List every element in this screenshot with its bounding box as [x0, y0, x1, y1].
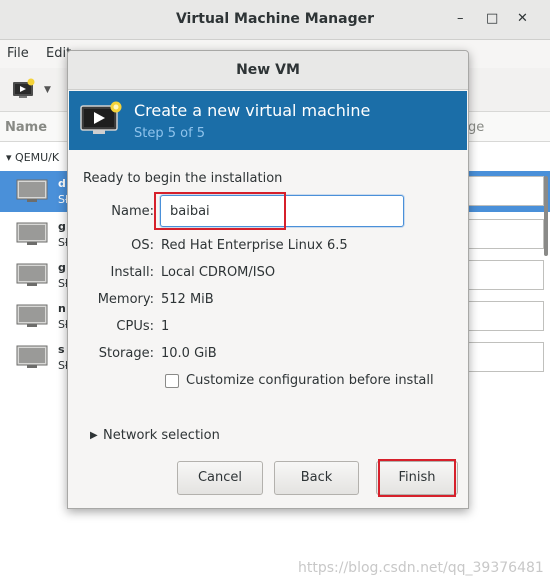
- maximize-icon[interactable]: □: [486, 11, 498, 26]
- main-window-title: Virtual Machine Manager: [175, 11, 375, 27]
- cpus-label: CPUs:: [116, 319, 154, 334]
- cpus-value: 1: [161, 319, 170, 334]
- column-name[interactable]: Name: [5, 120, 47, 135]
- storage-value: 10.0 GiB: [161, 346, 217, 361]
- ready-text: Ready to begin the installation: [83, 171, 283, 186]
- vm-name: n: [58, 302, 66, 315]
- vm-name: d: [58, 177, 66, 190]
- cpu-usage-graph: [460, 342, 544, 372]
- toolbar-dropdown-icon[interactable]: ▼: [44, 85, 51, 95]
- column-usage[interactable]: ge: [468, 120, 484, 135]
- vm-monitor-icon: [16, 345, 48, 368]
- connection-name: QEMU/K: [15, 151, 60, 164]
- new-vm-icon: [80, 101, 122, 134]
- close-icon[interactable]: ✕: [517, 11, 528, 26]
- wizard-banner: Create a new virtual machine Step 5 of 5: [69, 91, 467, 150]
- highlight-box: [154, 192, 286, 230]
- watermark: https://blog.csdn.net/qq_39376481: [298, 560, 544, 576]
- cpu-usage-graph: [460, 219, 544, 249]
- new-vm-dialog: New VM Create a new virtual machine Step…: [67, 50, 469, 509]
- connection-label[interactable]: ▾ QEMU/K: [6, 151, 59, 164]
- vm-name: s: [58, 343, 65, 356]
- new-vm-icon[interactable]: [12, 78, 36, 100]
- highlight-box: [378, 459, 456, 497]
- vm-monitor-icon: [16, 222, 48, 245]
- network-selection-expander[interactable]: Network selection: [103, 428, 220, 443]
- customize-checkbox[interactable]: [165, 374, 179, 388]
- menu-file[interactable]: File: [7, 46, 29, 61]
- cpu-usage-graph: [460, 260, 544, 290]
- memory-value: 512 MiB: [161, 292, 214, 307]
- vm-monitor-icon: [16, 179, 48, 202]
- memory-label: Memory:: [97, 292, 154, 307]
- dialog-title: New VM: [236, 62, 300, 78]
- back-button[interactable]: Back: [274, 461, 359, 495]
- name-label: Name:: [111, 204, 154, 219]
- os-value: Red Hat Enterprise Linux 6.5: [161, 238, 348, 253]
- minimize-icon[interactable]: –: [457, 11, 464, 26]
- vm-name: g: [58, 220, 66, 233]
- install-label: Install:: [110, 265, 154, 280]
- wizard-step-indicator: Step 5 of 5: [134, 126, 206, 141]
- storage-label: Storage:: [98, 346, 154, 361]
- cpu-usage-graph: [460, 301, 544, 331]
- os-label: OS:: [131, 238, 154, 253]
- vm-monitor-icon: [16, 263, 48, 286]
- cancel-button[interactable]: Cancel: [177, 461, 263, 495]
- customize-checkbox-label[interactable]: Customize configuration before install: [186, 373, 434, 388]
- install-value: Local CDROM/ISO: [161, 265, 276, 280]
- vm-name: g: [58, 261, 66, 274]
- cpu-usage-graph: [460, 176, 544, 206]
- wizard-header-title: Create a new virtual machine: [134, 101, 371, 120]
- vm-monitor-icon: [16, 304, 48, 327]
- expander-arrow-icon[interactable]: ▶: [90, 430, 98, 441]
